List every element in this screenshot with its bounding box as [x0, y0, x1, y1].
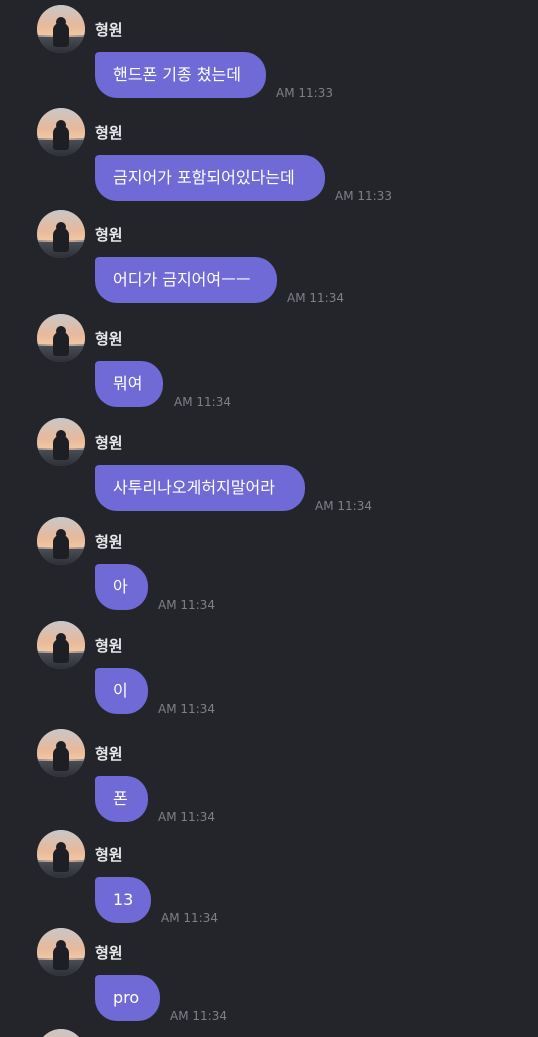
message-timestamp: AM 11:34 — [161, 911, 218, 925]
message-timestamp: AM 11:34 — [315, 499, 372, 513]
sender-name: 형원 — [95, 846, 123, 864]
message-bubble[interactable]: 폰 — [95, 776, 148, 822]
avatar[interactable] — [37, 108, 85, 156]
avatar[interactable] — [37, 210, 85, 258]
sender-name: 형원 — [95, 21, 123, 39]
avatar[interactable] — [37, 314, 85, 362]
chat-message-list[interactable]: 형원 핸드폰 기종 쳤는데 AM 11:33 형원 금지어가 포함되어있다는데 … — [0, 0, 538, 1037]
message-timestamp: AM 11:34 — [287, 291, 344, 305]
sender-name: 형원 — [95, 745, 123, 763]
sender-name: 형원 — [95, 434, 123, 452]
message-timestamp: AM 11:34 — [170, 1009, 227, 1023]
avatar[interactable] — [37, 621, 85, 669]
avatar[interactable] — [37, 5, 85, 53]
message-bubble[interactable]: 13 — [95, 877, 151, 923]
sender-name: 형원 — [95, 330, 123, 348]
avatar[interactable] — [37, 928, 85, 976]
message-bubble[interactable]: 뭐여 — [95, 361, 163, 407]
message-bubble[interactable]: pro — [95, 975, 160, 1021]
message-timestamp: AM 11:34 — [158, 598, 215, 612]
message-bubble[interactable]: 사투리나오게허지말어라 — [95, 465, 305, 511]
message-bubble[interactable]: 이 — [95, 668, 148, 714]
sender-name: 형원 — [95, 637, 123, 655]
avatar[interactable] — [37, 418, 85, 466]
message-timestamp: AM 11:33 — [276, 86, 333, 100]
sender-name: 형원 — [95, 944, 123, 962]
message-bubble[interactable]: 금지어가 포함되어있다는데 — [95, 155, 325, 201]
message-timestamp: AM 11:34 — [158, 810, 215, 824]
avatar[interactable] — [37, 1029, 85, 1037]
sender-name: 형원 — [95, 533, 123, 551]
message-bubble[interactable]: 어디가 금지어여ㅡㅡ — [95, 257, 277, 303]
message-timestamp: AM 11:33 — [335, 189, 392, 203]
avatar[interactable] — [37, 830, 85, 878]
sender-name: 형원 — [95, 124, 123, 142]
sender-name: 형원 — [95, 226, 123, 244]
avatar[interactable] — [37, 729, 85, 777]
message-timestamp: AM 11:34 — [158, 702, 215, 716]
message-bubble[interactable]: 핸드폰 기종 쳤는데 — [95, 52, 266, 98]
message-timestamp: AM 11:34 — [174, 395, 231, 409]
avatar[interactable] — [37, 517, 85, 565]
message-bubble[interactable]: 아 — [95, 564, 148, 610]
